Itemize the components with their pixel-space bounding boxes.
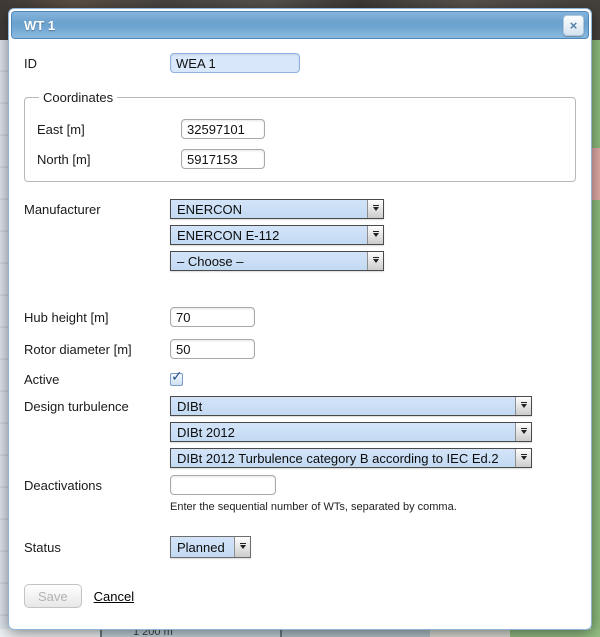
- hub-height-row: Hub height [m]: [24, 307, 576, 327]
- map-road-segment: [591, 148, 600, 200]
- dialog-footer: Save Cancel: [24, 584, 576, 608]
- hub-height-input[interactable]: [170, 307, 255, 327]
- dialog-body: ID Coordinates East [m] North [m] Manufa…: [11, 39, 589, 608]
- north-input[interactable]: [181, 149, 265, 169]
- coordinates-legend: Coordinates: [39, 90, 117, 105]
- manufacturer-selects: ENERCON ENERCON E-112 – Choose –: [170, 199, 384, 271]
- map-background-right: [591, 40, 600, 637]
- cancel-link[interactable]: Cancel: [94, 589, 134, 604]
- design-turbulence-row: Design turbulence DIBt DIBt 2012 DIBt 20…: [24, 396, 576, 468]
- hub-height-label: Hub height [m]: [24, 310, 170, 325]
- map-strip: [0, 629, 100, 637]
- turbulence-standard-value: DIBt: [171, 397, 515, 415]
- chevron-down-icon[interactable]: [367, 200, 383, 218]
- check-icon: ✓: [171, 368, 183, 385]
- deactivations-row: Deactivations: [24, 475, 576, 495]
- design-turbulence-selects: DIBt DIBt 2012 DIBt 2012 Turbulence cate…: [170, 396, 532, 468]
- rotor-diameter-input[interactable]: [170, 339, 255, 359]
- save-button[interactable]: Save: [24, 584, 82, 608]
- east-row: East [m]: [37, 119, 563, 139]
- chevron-down-icon[interactable]: [515, 449, 531, 467]
- status-select-value: Planned: [171, 537, 234, 557]
- north-label: North [m]: [37, 152, 181, 167]
- rotor-diameter-label: Rotor diameter [m]: [24, 342, 170, 357]
- status-row: Status Planned: [24, 536, 576, 558]
- map-scale-bar: [100, 629, 280, 637]
- dialog-header[interactable]: WT 1 ×: [11, 11, 589, 39]
- rotor-diameter-row: Rotor diameter [m]: [24, 339, 576, 359]
- turbulence-edition-value: DIBt 2012: [171, 423, 515, 441]
- manufacturer-label: Manufacturer: [24, 199, 170, 217]
- manufacturer-select-value: ENERCON: [171, 200, 367, 218]
- active-checkbox[interactable]: ✓: [170, 373, 183, 386]
- id-label: ID: [24, 56, 170, 71]
- turbulence-category-select[interactable]: DIBt 2012 Turbulence category B accordin…: [170, 448, 532, 468]
- deactivations-input[interactable]: [170, 475, 276, 495]
- status-label: Status: [24, 540, 170, 555]
- manufacturer-select[interactable]: ENERCON: [170, 199, 384, 219]
- north-row: North [m]: [37, 149, 563, 169]
- wt-dialog: WT 1 × ID Coordinates East [m] North [m]…: [8, 8, 592, 630]
- coordinates-fieldset: Coordinates East [m] North [m]: [24, 90, 576, 182]
- turbulence-edition-select[interactable]: DIBt 2012: [170, 422, 532, 442]
- id-row: ID: [24, 53, 576, 73]
- chevron-down-icon[interactable]: [515, 397, 531, 415]
- close-icon[interactable]: ×: [563, 15, 584, 36]
- chevron-down-icon[interactable]: [367, 226, 383, 244]
- manufacturer-row: Manufacturer ENERCON ENERCON E-112 – Cho…: [24, 199, 576, 271]
- manufacturer-variant-select-value: – Choose –: [171, 252, 367, 270]
- id-input[interactable]: [170, 53, 300, 73]
- active-row: Active ✓: [24, 372, 576, 387]
- active-label: Active: [24, 372, 170, 387]
- manufacturer-type-select-value: ENERCON E-112: [171, 226, 367, 244]
- manufacturer-type-select[interactable]: ENERCON E-112: [170, 225, 384, 245]
- turbulence-category-value: DIBt 2012 Turbulence category B accordin…: [171, 449, 515, 467]
- chevron-down-icon[interactable]: [234, 537, 250, 557]
- deactivations-label: Deactivations: [24, 478, 170, 493]
- east-input[interactable]: [181, 119, 265, 139]
- chevron-down-icon[interactable]: [367, 252, 383, 270]
- status-select[interactable]: Planned: [170, 536, 251, 558]
- turbulence-standard-select[interactable]: DIBt: [170, 396, 532, 416]
- map-scale-bar: [280, 629, 430, 637]
- map-strip: [430, 629, 510, 637]
- deactivations-hint: Enter the sequential number of WTs, sepa…: [170, 501, 576, 513]
- design-turbulence-label: Design turbulence: [24, 396, 170, 414]
- map-background-bottom: [0, 629, 600, 637]
- map-strip: [510, 629, 600, 637]
- manufacturer-variant-select[interactable]: – Choose –: [170, 251, 384, 271]
- chevron-down-icon[interactable]: [515, 423, 531, 441]
- east-label: East [m]: [37, 122, 181, 137]
- dialog-title: WT 1: [12, 18, 55, 33]
